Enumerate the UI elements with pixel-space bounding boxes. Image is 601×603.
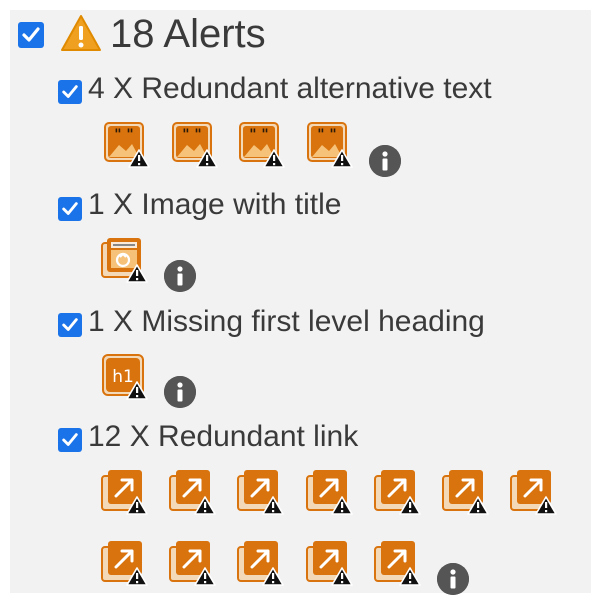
redundant-link-icon[interactable] (509, 467, 557, 515)
group-label-redundant-alt-text: 4 X Redundant alternative text (88, 72, 492, 105)
redundant-link-icon[interactable] (100, 538, 148, 586)
info-icon[interactable] (437, 563, 469, 595)
svg-text:" ": " " (249, 127, 268, 143)
svg-text:" ": " " (317, 127, 336, 143)
redundant-link-icon[interactable] (168, 467, 216, 515)
redundant-link-icon[interactable] (441, 467, 489, 515)
redundant-link-icon[interactable] (373, 538, 421, 586)
info-icon[interactable] (164, 376, 196, 408)
info-icon[interactable] (369, 145, 401, 177)
redundant-link-icon[interactable] (236, 467, 284, 515)
redundant-alt-text-icon[interactable]: " " (102, 120, 150, 168)
group-checkbox-redundant-alt-text[interactable] (58, 80, 82, 104)
redundant-alt-text-icon[interactable]: " " (170, 120, 218, 168)
alerts-count-label: 18 Alerts (110, 12, 266, 56)
redundant-link-icon[interactable] (373, 467, 421, 515)
group-label-missing-h1: 1 X Missing first level heading (88, 305, 485, 338)
group-label-redundant-link: 12 X Redundant link (88, 420, 359, 453)
redundant-alt-text-icon[interactable]: " " (237, 120, 285, 168)
group-checkbox-image-with-title[interactable] (58, 197, 82, 221)
redundant-link-icon[interactable] (100, 467, 148, 515)
redundant-alt-text-icon[interactable]: " " (305, 120, 353, 168)
redundant-link-icon[interactable] (236, 538, 284, 586)
redundant-link-icon[interactable] (305, 538, 353, 586)
image-with-title-icon[interactable] (100, 235, 148, 283)
svg-text:" ": " " (114, 127, 133, 143)
redundant-link-icon[interactable] (305, 467, 353, 515)
warning-icon (60, 14, 102, 57)
info-icon[interactable] (164, 260, 196, 292)
group-label-image-with-title: 1 X Image with title (88, 188, 342, 221)
group-checkbox-redundant-link[interactable] (58, 428, 82, 452)
group-checkbox-missing-h1[interactable] (58, 313, 82, 337)
svg-text:" ": " " (182, 127, 201, 143)
redundant-link-icon[interactable] (168, 538, 216, 586)
alerts-checkbox[interactable] (18, 22, 44, 48)
missing-h1-icon[interactable]: h1 (100, 352, 148, 400)
svg-text:h1: h1 (112, 367, 134, 387)
